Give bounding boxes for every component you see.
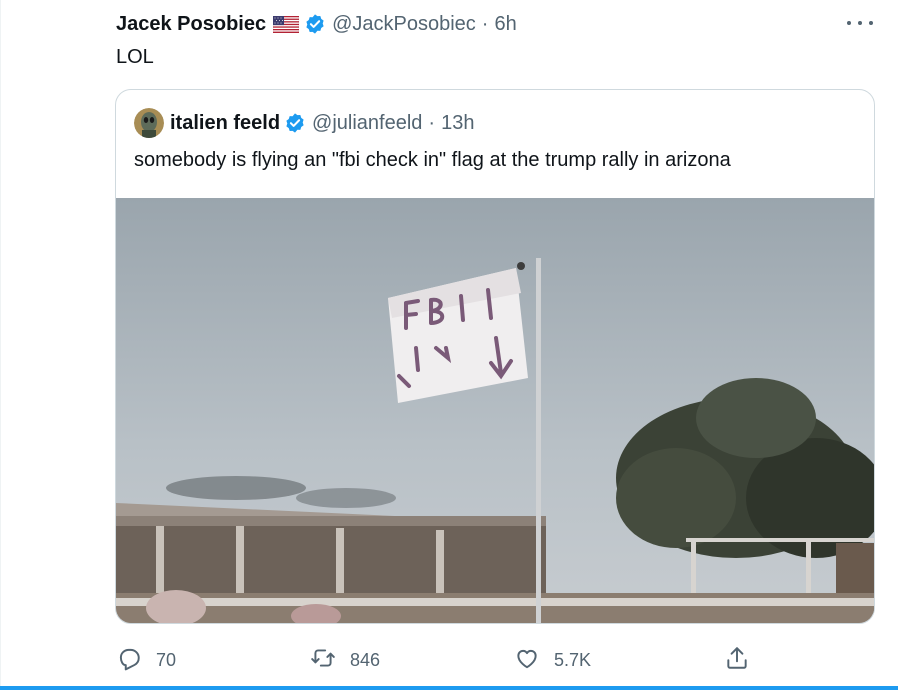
quoted-tweet-image[interactable]	[116, 198, 874, 623]
retweet-count: 846	[350, 649, 381, 670]
like-icon	[514, 645, 540, 676]
avatar[interactable]	[134, 108, 164, 138]
author-handle[interactable]: @JackPosobiec	[332, 13, 476, 36]
quoted-tweet-header: italien feeld @julianfeeld · 13h	[134, 108, 474, 138]
reply-button[interactable]: 70	[116, 640, 176, 680]
retweet-button[interactable]: 846	[310, 640, 380, 680]
quoted-author-handle[interactable]: @julianfeeld	[312, 112, 422, 135]
reply-icon	[116, 645, 142, 676]
column-divider	[0, 0, 1, 690]
quoted-tweet-time[interactable]: 13h	[441, 112, 474, 135]
tweet-time[interactable]: 6h	[494, 13, 516, 36]
author-name[interactable]: Jacek Posobiec	[116, 13, 266, 36]
share-icon	[724, 645, 750, 676]
verified-badge-icon	[304, 13, 326, 35]
separator-dot: ·	[428, 111, 436, 134]
tweet-actions: 70 846 5.7K	[0, 640, 898, 680]
tweet-header: Jacek Posobiec @JackPosobiec · 6h	[116, 8, 517, 40]
share-button[interactable]	[724, 640, 750, 680]
more-icon[interactable]	[847, 12, 873, 34]
quoted-author-name[interactable]: italien feeld	[170, 112, 280, 135]
quoted-tweet-text: somebody is flying an "fbi check in" fla…	[134, 149, 731, 171]
tweet-text: LOL	[116, 46, 154, 68]
like-button[interactable]: 5.7K	[514, 640, 591, 680]
retweet-icon	[310, 645, 336, 676]
accent-bar	[0, 686, 898, 690]
verified-badge-icon	[284, 112, 306, 134]
quoted-tweet[interactable]: italien feeld @julianfeeld · 13h somebod…	[115, 89, 875, 624]
like-count: 5.7K	[554, 649, 592, 670]
separator-dot: ·	[481, 12, 489, 35]
us-flag-emoji	[272, 15, 300, 33]
reply-count: 70	[156, 649, 177, 670]
